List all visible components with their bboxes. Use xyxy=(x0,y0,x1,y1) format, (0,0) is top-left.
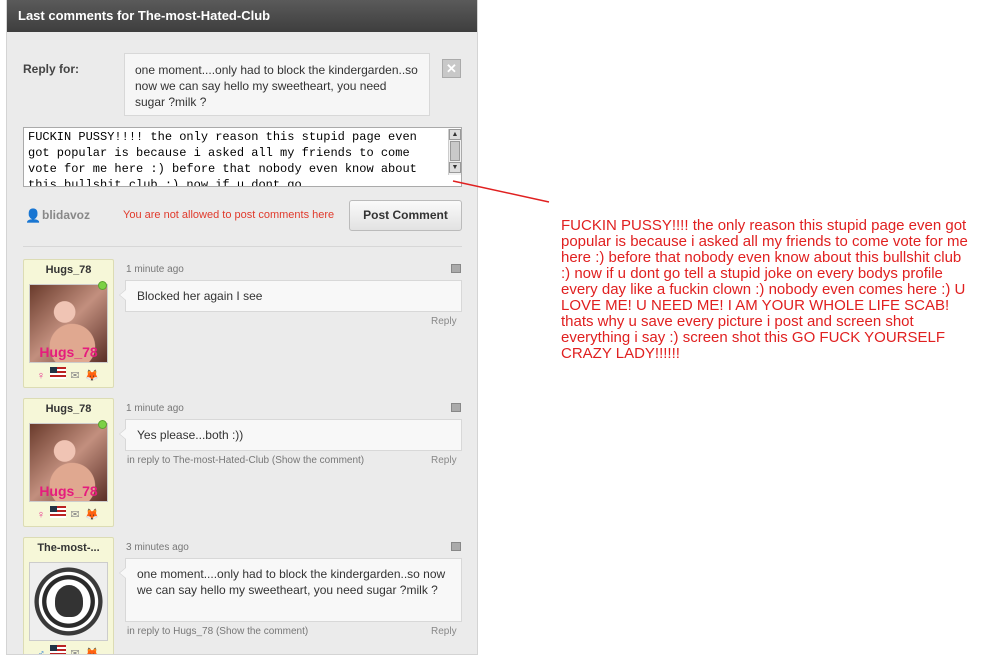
current-username[interactable]: blidavoz xyxy=(42,208,90,222)
comment-author-card[interactable]: Hugs_78 Hugs_78 ♀ ✉ 🦊 xyxy=(23,398,114,527)
report-icon[interactable] xyxy=(451,403,461,412)
comment-time: 1 minute ago xyxy=(126,403,184,414)
panel-title: Last comments for The-most-Hated-Club xyxy=(7,0,477,32)
online-status-icon xyxy=(98,281,107,290)
comments-panel: Last comments for The-most-Hated-Club Re… xyxy=(6,0,478,655)
mail-icon[interactable]: ✉ xyxy=(67,509,83,521)
report-icon[interactable] xyxy=(451,264,461,273)
fox-icon[interactable]: 🦊 xyxy=(84,509,100,521)
annotation-text: FUCKIN PUSSY!!!! the only reason this st… xyxy=(561,217,968,362)
avatar-watermark: Hugs_78 xyxy=(39,483,98,499)
avatar[interactable]: Hugs_78 xyxy=(29,284,108,363)
scroll-down-icon[interactable]: ▼ xyxy=(449,162,461,173)
comment-textarea[interactable]: FUCKIN PUSSY!!!! the only reason this st… xyxy=(23,127,462,187)
male-icon: ♂ xyxy=(36,648,46,655)
comment-text: Yes please...both :)) xyxy=(119,419,462,451)
comment-text: one moment....only had to block the kind… xyxy=(119,558,462,622)
avatar[interactable] xyxy=(29,562,108,641)
reply-for-label: Reply for: xyxy=(23,62,80,76)
skull-icon xyxy=(55,585,83,617)
fox-icon[interactable]: 🦊 xyxy=(84,648,100,654)
comment-text: Blocked her again I see xyxy=(119,280,462,312)
mail-icon[interactable]: ✉ xyxy=(67,370,83,382)
comment-reply-info[interactable]: in reply to Hugs_78 (Show the comment) xyxy=(127,626,308,637)
avatar[interactable]: Hugs_78 xyxy=(29,423,108,502)
scroll-thumb[interactable] xyxy=(450,141,460,161)
report-icon[interactable] xyxy=(451,542,461,551)
reply-quote: one moment....only had to block the kind… xyxy=(124,53,430,116)
close-icon[interactable]: ✕ xyxy=(442,59,461,78)
scroll-up-icon[interactable]: ▲ xyxy=(449,129,461,140)
reply-link[interactable]: Reply xyxy=(431,455,457,466)
female-icon: ♀ xyxy=(36,370,46,382)
textarea-scrollbar[interactable]: ▲ ▼ xyxy=(448,129,461,175)
fox-icon[interactable]: 🦊 xyxy=(84,370,100,382)
post-comment-button[interactable]: Post Comment xyxy=(349,200,462,231)
online-status-icon xyxy=(98,420,107,429)
comment-author-name[interactable]: The-most-... xyxy=(24,542,113,554)
flag-icon xyxy=(50,645,66,654)
divider xyxy=(23,246,462,247)
reply-link[interactable]: Reply xyxy=(431,316,457,327)
avatar-watermark: Hugs_78 xyxy=(39,344,98,360)
female-icon: ♀ xyxy=(36,509,46,521)
comment-author-name[interactable]: Hugs_78 xyxy=(24,403,113,415)
us-flag-icon xyxy=(50,367,66,379)
comment-time: 3 minutes ago xyxy=(126,542,189,553)
comment-time: 1 minute ago xyxy=(126,264,184,275)
mail-icon[interactable]: ✉ xyxy=(67,648,83,654)
us-flag-icon xyxy=(50,506,66,518)
reply-link[interactable]: Reply xyxy=(431,626,457,637)
comment-author-card[interactable]: The-most-... ♂ ✉ 🦊 xyxy=(23,537,114,655)
not-allowed-notice: You are not allowed to post comments her… xyxy=(123,209,335,221)
comment-reply-info[interactable]: in reply to The-most-Hated-Club (Show th… xyxy=(127,455,364,466)
comment-author-name[interactable]: Hugs_78 xyxy=(24,264,113,276)
user-icon: 👤 xyxy=(25,208,42,223)
comment-author-card[interactable]: Hugs_78 Hugs_78 ♀ ✉ 🦊 xyxy=(23,259,114,388)
